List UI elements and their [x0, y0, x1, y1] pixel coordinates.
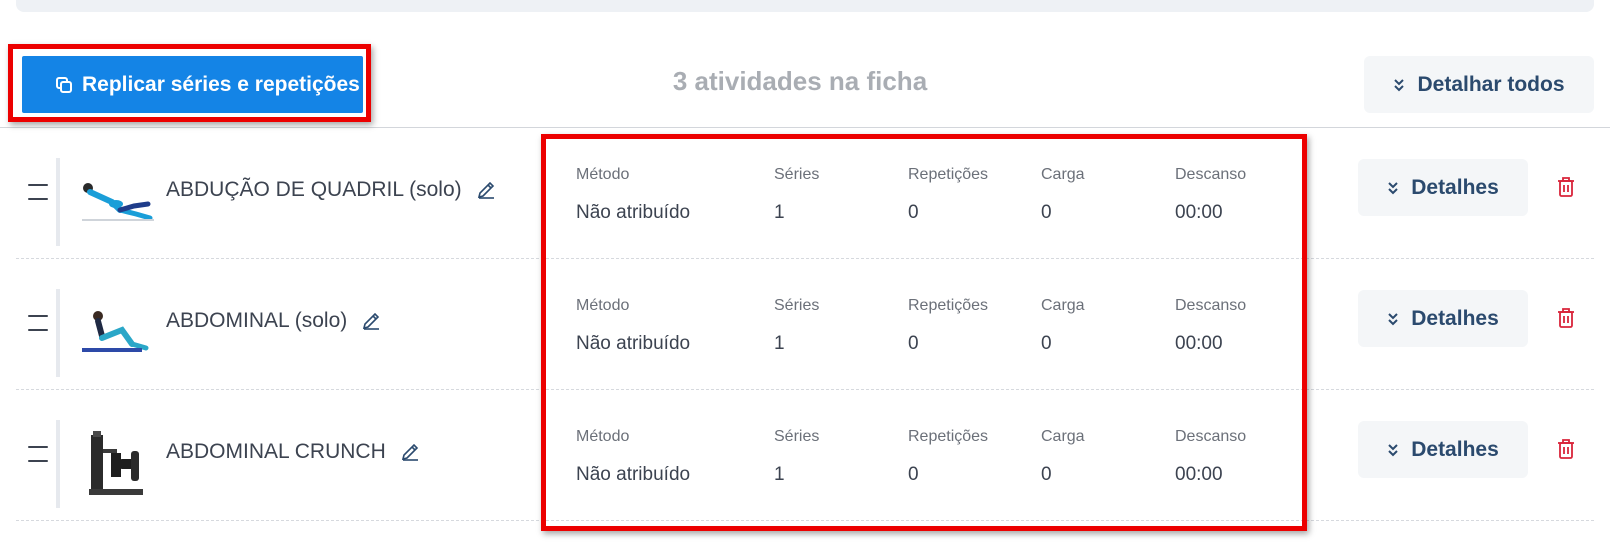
copy-icon	[56, 76, 72, 93]
trash-icon[interactable]	[1556, 438, 1576, 460]
stat-load: Carga 0	[1041, 297, 1085, 355]
stat-value: 0	[1041, 202, 1052, 223]
detail-all-button[interactable]: Detalhar todos	[1364, 56, 1594, 113]
details-label: Detalhes	[1411, 306, 1499, 330]
stat-rest: Descanso 00:00	[1175, 166, 1246, 224]
exercise-name: ABDOMINAL CRUNCH	[166, 440, 420, 464]
stat-value: 0	[908, 202, 919, 223]
replicate-sets-reps-button[interactable]: Replicar séries e repetições	[22, 56, 363, 113]
exercise-abdominal-image	[66, 295, 166, 371]
exercise-stats: Método Não atribuído Séries 1 Repetições…	[576, 428, 1276, 498]
edit-pencil-icon[interactable]	[476, 180, 496, 200]
stat-reps: Repetições 0	[908, 166, 988, 224]
stat-label: Repetições	[908, 428, 989, 445]
stat-label: Descanso	[1175, 428, 1247, 445]
drag-handle-icon[interactable]	[28, 315, 48, 331]
stat-value: 00:00	[1175, 202, 1223, 223]
chevrons-down-icon	[1394, 78, 1405, 91]
detail-all-label: Detalhar todos	[1417, 72, 1565, 96]
stat-label: Método	[576, 297, 630, 314]
exercise-stats: Método Não atribuído Séries 1 Repetições…	[576, 297, 1276, 367]
stat-reps: Repetições 0	[908, 428, 988, 486]
stat-value: 00:00	[1175, 333, 1223, 354]
top-panel-edge	[16, 0, 1594, 12]
activity-count: 3 atividades na ficha	[672, 66, 928, 96]
trash-icon[interactable]	[1556, 176, 1576, 198]
edit-pencil-icon[interactable]	[400, 442, 420, 462]
stat-label: Método	[576, 166, 630, 183]
stat-value: 0	[908, 333, 919, 354]
stat-rest: Descanso 00:00	[1175, 297, 1246, 355]
stat-value: 00:00	[1175, 464, 1223, 485]
exercise-name: ABDOMINAL (solo)	[166, 309, 381, 333]
stat-sets: Séries 1	[774, 166, 819, 224]
stat-value: Não atribuído	[576, 333, 691, 354]
replicate-highlight-box: Replicar séries e repetições	[8, 44, 371, 122]
exercise-name: ABDUÇÃO DE QUADRIL (solo)	[166, 178, 496, 202]
row-divider	[56, 289, 60, 377]
stat-method: Método Não atribuído	[576, 297, 690, 355]
trash-icon[interactable]	[1556, 307, 1576, 329]
stat-sets: Séries 1	[774, 428, 819, 486]
stat-reps: Repetições 0	[908, 297, 988, 355]
drag-handle-icon[interactable]	[28, 446, 48, 462]
stat-method: Método Não atribuído	[576, 428, 690, 486]
chevrons-down-icon	[1388, 443, 1398, 456]
exercise-hip-abduction-image	[66, 164, 166, 240]
exercise-name-text: ABDUÇÃO DE QUADRIL (solo)	[166, 178, 462, 201]
chevrons-down-icon	[1388, 181, 1398, 194]
exercise-crunch-machine-image	[66, 426, 166, 502]
exercise-name-text: ABDOMINAL CRUNCH	[166, 440, 386, 463]
stat-label: Carga	[1041, 297, 1085, 314]
stat-load: Carga 0	[1041, 166, 1085, 224]
stat-rest: Descanso 00:00	[1175, 428, 1246, 486]
replicate-label: Replicar séries e repetições	[82, 72, 360, 96]
stat-method: Método Não atribuído	[576, 166, 690, 224]
stat-label: Repetições	[908, 166, 989, 183]
stat-label: Séries	[774, 166, 820, 183]
stat-value: 0	[1041, 333, 1052, 354]
details-button[interactable]: Detalhes	[1358, 290, 1528, 347]
exercise-stats: Método Não atribuído Séries 1 Repetições…	[576, 166, 1276, 236]
details-button[interactable]: Detalhes	[1358, 421, 1528, 478]
details-button[interactable]: Detalhes	[1358, 159, 1528, 216]
stat-value: Não atribuído	[576, 202, 691, 223]
details-label: Detalhes	[1411, 175, 1499, 199]
stat-value: 0	[1041, 464, 1052, 485]
stat-value: Não atribuído	[576, 464, 691, 485]
exercise-list: ABDUÇÃO DE QUADRIL (solo) Método Não atr…	[0, 128, 1610, 521]
stat-label: Carga	[1041, 166, 1085, 183]
stat-sets: Séries 1	[774, 297, 819, 355]
stat-label: Carga	[1041, 428, 1085, 445]
drag-handle-icon[interactable]	[28, 184, 48, 200]
stat-value: 1	[774, 464, 785, 485]
chevrons-down-icon	[1388, 312, 1398, 325]
stat-value: 1	[774, 202, 785, 223]
stat-label: Descanso	[1175, 297, 1247, 314]
exercise-row: ABDOMINAL (solo) Método Não atribuído Sé…	[16, 259, 1594, 390]
stat-value: 1	[774, 333, 785, 354]
stat-load: Carga 0	[1041, 428, 1085, 486]
stat-label: Séries	[774, 297, 820, 314]
stat-label: Séries	[774, 428, 820, 445]
stat-label: Repetições	[908, 297, 989, 314]
details-label: Detalhes	[1411, 437, 1499, 461]
exercise-name-text: ABDOMINAL (solo)	[166, 309, 348, 332]
exercise-row: ABDOMINAL CRUNCH Método Não atribuído Sé…	[16, 390, 1594, 521]
row-divider	[56, 158, 60, 246]
exercise-toolbar: Replicar séries e repetições 3 atividade…	[0, 44, 1610, 128]
edit-pencil-icon[interactable]	[361, 311, 381, 331]
stat-label: Método	[576, 428, 630, 445]
stat-label: Descanso	[1175, 166, 1247, 183]
stat-value: 0	[908, 464, 919, 485]
exercise-row: ABDUÇÃO DE QUADRIL (solo) Método Não atr…	[16, 128, 1594, 259]
row-divider	[56, 420, 60, 508]
